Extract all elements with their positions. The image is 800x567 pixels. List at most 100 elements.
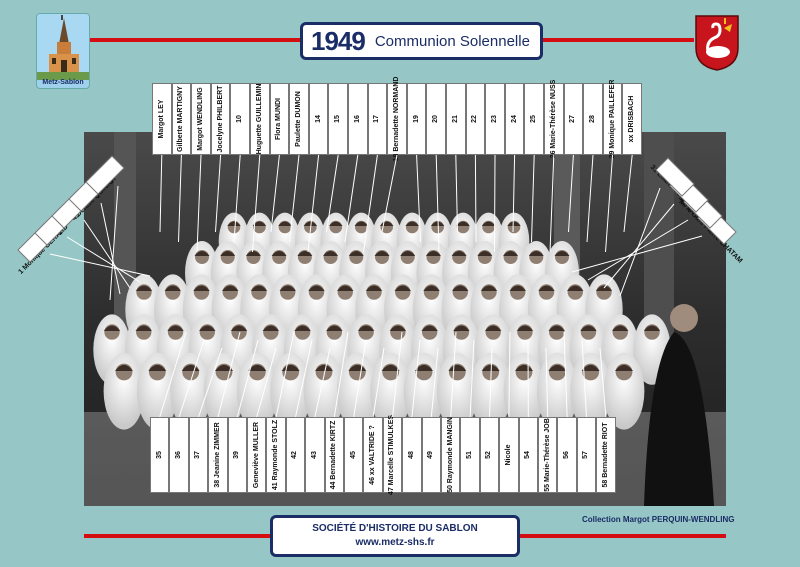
top-label: 25 (524, 83, 544, 155)
top-label-text: 22 (471, 115, 479, 123)
bottom-label-text: 47 Marcelle STIMULKES (388, 414, 396, 496)
society-name: SOCIÉTÉ D'HISTOIRE DU SABLON (312, 523, 478, 534)
coat-of-arms-logo (694, 14, 740, 72)
bottom-label-text: 54 (524, 451, 532, 459)
left-label: 1 Monique GERARD (14, 224, 74, 276)
bottom-label-text: 39 (233, 451, 241, 459)
top-label: 17 (367, 83, 388, 155)
bottom-label: 44 Bernadette KIRTZ (324, 417, 344, 493)
top-label-text: 16 (353, 115, 361, 123)
top-label: 10 (230, 83, 250, 155)
top-label-text: 25 (530, 115, 538, 123)
bottom-label: 38 Jeanine ZIMMER (208, 417, 228, 493)
top-label: 21 (446, 83, 466, 155)
bottom-label: 51 (460, 417, 480, 493)
top-label: Margot LEY (152, 83, 172, 155)
top-label-text: 20 (432, 115, 440, 123)
top-label: 29 Monique PAILLEFER (602, 80, 623, 158)
bottom-label-text: 41 Raymonde STOLZ (272, 419, 280, 491)
title-year: 1949 (311, 25, 366, 56)
bottom-label-text: 56 (563, 451, 571, 459)
top-label-text: Huguette GUILLEMIN (255, 83, 263, 155)
bottom-label-text: 36 (175, 451, 183, 459)
top-label-text: 29 Monique PAILLEFER (608, 79, 616, 159)
top-label-text: Margot LEY (157, 99, 165, 139)
top-label-text: Gilberte MARTIGNY (177, 86, 185, 152)
top-label: 26 Marie-Thérèse NUSS (544, 80, 564, 158)
top-label-text: 26 Marie-Thérèse NUSS (549, 79, 557, 159)
bottom-label: 35 (150, 417, 170, 493)
bottom-label-text: 45 (349, 451, 357, 459)
top-label-text: 27 (569, 115, 577, 123)
top-label: 28 (583, 83, 603, 155)
bottom-label-text: 42 (291, 451, 299, 459)
bottom-label-text: 52 (485, 451, 493, 459)
bottom-label-text: 43 (310, 451, 318, 459)
bottom-label: 52 (479, 417, 500, 493)
bottom-label: 36 (169, 417, 189, 493)
top-label-text: Flora MUNDI (275, 98, 283, 140)
header-rule-right (543, 38, 694, 42)
bottom-label: 45 (344, 417, 364, 493)
top-label: Margot WENDLING (191, 83, 211, 155)
church-logo: Metz-Sablon (36, 13, 90, 89)
bottom-label: 39 (227, 417, 247, 493)
top-label-text: 21 (451, 115, 459, 123)
bottom-label: 57 (576, 417, 597, 493)
bottom-label: 58 Bernadette RIOT (596, 417, 616, 493)
top-label: 20 (426, 83, 446, 155)
bottom-label: Geneviève MULLER (247, 417, 267, 493)
bottom-label-text: 50 Raymonde MANGIN (446, 417, 454, 493)
top-label: Gilberte MARTIGNY (171, 83, 192, 155)
collection-credit: Collection Margot PERQUIN-WENDLING (582, 515, 735, 524)
bottom-label-text: 38 Jeanine ZIMMER (213, 422, 221, 488)
top-label-text: Jocelyne PHILBERT (216, 85, 224, 153)
top-label: Paulette DUMON (289, 83, 309, 155)
society-banner: SOCIÉTÉ D'HISTOIRE DU SABLON www.metz-sh… (270, 515, 520, 557)
top-label: Huguette GUILLEMIN (250, 83, 270, 155)
top-label-text: xx DRISBACH (628, 95, 636, 143)
top-label-text: 24 (510, 115, 518, 123)
bottom-label-text: 37 (194, 451, 202, 459)
bottom-label: 42 (285, 417, 306, 493)
bottom-label: 54 (518, 417, 538, 493)
top-label: 23 (485, 83, 505, 155)
top-label: 18 Bernadette NORMAND (387, 77, 407, 161)
right-label: M. le Curé Pierre CHATAM (677, 199, 743, 265)
top-label: 27 (563, 83, 584, 155)
top-label: 14 (308, 83, 329, 155)
top-label: 16 (348, 83, 368, 155)
bottom-label: Nicole (499, 417, 519, 493)
top-label: Flora MUNDI (269, 83, 290, 155)
top-label-text: 14 (314, 115, 322, 123)
footer-rule-right (520, 534, 726, 538)
bottom-label-text: Nicole (504, 444, 512, 466)
top-label-text: 19 (412, 115, 420, 123)
bottom-label: 55 Marie-Thérèse JOB (538, 417, 558, 493)
bottom-label-text: 58 Bernadette RIOT (601, 422, 609, 488)
top-label: 24 (504, 83, 525, 155)
bottom-label-text: 49 (427, 451, 435, 459)
bottom-label-text: 51 (466, 451, 474, 459)
bottom-label: 46 xx VALTRIDE ? (363, 417, 383, 493)
top-label: 19 (406, 83, 427, 155)
bottom-label: 48 (402, 417, 422, 493)
title-text: Communion Solennelle (374, 32, 530, 50)
footer-rule-left (84, 534, 270, 538)
top-label-text: 23 (490, 115, 498, 123)
bottom-label-text: 35 (155, 451, 163, 459)
bottom-label-text: 48 (407, 451, 415, 459)
top-label: 22 (465, 83, 486, 155)
top-label: xx DRISBACH (622, 83, 642, 155)
bottom-label: 49 (421, 417, 441, 493)
swan-crest-icon (695, 15, 739, 71)
left-label-text: 1 Monique GERARD (17, 223, 70, 276)
bottom-label: 37 (188, 417, 209, 493)
bottom-label: 41 Raymonde STOLZ (266, 417, 286, 493)
top-label-text: 15 (334, 115, 342, 123)
bottom-label-text: 57 (582, 451, 590, 459)
top-label: Jocelyne PHILBERT (210, 83, 231, 155)
bottom-label: 56 (557, 417, 577, 493)
society-website[interactable]: www.metz-shs.fr (273, 537, 517, 548)
bottom-label-text: Geneviève MULLER (252, 421, 260, 489)
